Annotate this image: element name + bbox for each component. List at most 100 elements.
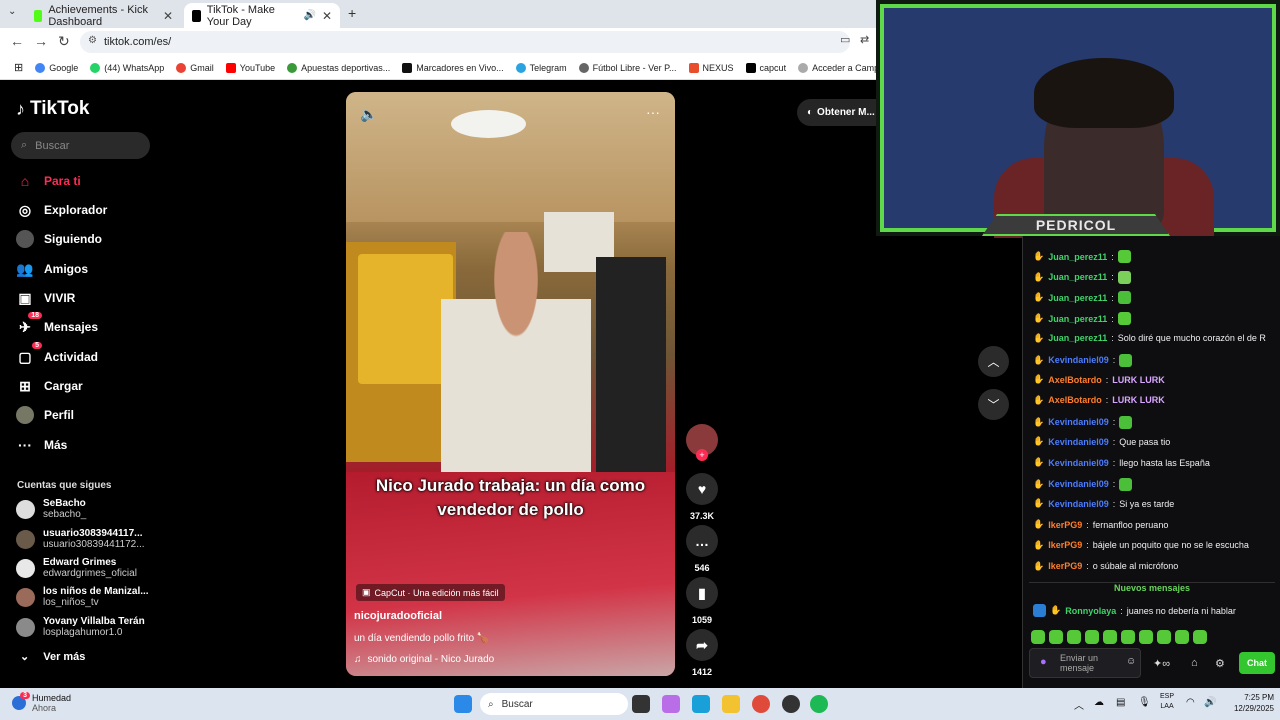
emote-icon[interactable] (1193, 630, 1207, 644)
new-messages-divider[interactable]: Nuevos mensajes (1029, 582, 1275, 593)
nav-amigos[interactable]: 👥 Amigos (16, 260, 88, 278)
following-account[interactable]: SeBacho sebacho_ (16, 498, 86, 520)
tab-tiktok[interactable]: TikTok - Make Your Day 🔊 ✕ (184, 3, 340, 28)
nav-explorador[interactable]: ◎ Explorador (16, 201, 107, 219)
chat-send-button[interactable]: Chat (1239, 652, 1275, 674)
following-account[interactable]: Edward Grimes edwardgrimes_oficial (16, 557, 137, 579)
chat-username[interactable]: Kevindaniel09 (1048, 479, 1109, 489)
following-account[interactable]: Yovany Villalba Terán losplagahumor1.0 (16, 616, 145, 638)
share-button[interactable]: ➦ 1412 (686, 629, 718, 677)
translate-icon[interactable]: ⇄ (860, 33, 869, 46)
nav-cargar[interactable]: ⊞ Cargar (16, 377, 83, 395)
apps-grid-icon[interactable]: ⊞ (8, 61, 29, 74)
tray-app-icon[interactable]: ▤ (1116, 697, 1125, 708)
chat-message-input[interactable]: ● Enviar un mensaje ☺ (1029, 648, 1141, 678)
edge-icon[interactable] (692, 695, 710, 713)
chat-username[interactable]: Kevindaniel09 (1048, 417, 1109, 427)
copilot-icon[interactable] (662, 695, 680, 713)
bookmark-nexus[interactable]: NEXUS (683, 62, 740, 73)
video-player[interactable]: 🔈 ··· Nico Jurado trabaja: un día como v… (346, 92, 675, 676)
tab-kick-dashboard[interactable]: Achievements - Kick Dashboard ✕ (26, 3, 181, 28)
chat-username[interactable]: Juan_perez11 (1048, 272, 1107, 282)
emote-icon[interactable] (1121, 630, 1135, 644)
volume-icon[interactable]: 🔈 (360, 106, 377, 123)
obs-icon[interactable] (782, 695, 800, 713)
bookmark-telegram[interactable]: Telegram (510, 62, 573, 73)
shop-icon[interactable]: ⌂ (1191, 657, 1198, 669)
microphone-icon[interactable]: ● (1040, 657, 1047, 668)
video-author[interactable]: nicojuradooficial (354, 610, 442, 622)
site-info-icon[interactable]: ⚙ (88, 35, 97, 46)
back-icon[interactable]: ← (10, 33, 24, 49)
chat-username[interactable]: Ronnyolaya (1065, 606, 1116, 616)
emote-icon[interactable] (1157, 630, 1171, 644)
capcut-badge[interactable]: ▣ CapCut · Una edición más fácil (356, 584, 505, 601)
bookmark-capcut[interactable]: capcut (740, 62, 793, 73)
task-view-icon[interactable] (632, 695, 650, 713)
close-icon[interactable]: ✕ (163, 9, 173, 23)
bookmark-marcadores[interactable]: Marcadores en Vivo... (396, 62, 509, 73)
nav-actividad[interactable]: ▢ 5 Actividad (16, 342, 98, 366)
next-video-button[interactable]: ﹀ (978, 389, 1009, 420)
bookmark-youtube[interactable]: YouTube (220, 62, 281, 73)
tab-list-icon[interactable]: ⌄ (8, 6, 16, 17)
emote-icon[interactable] (1085, 630, 1099, 644)
kicks-icon[interactable]: ✦∞ (1153, 657, 1170, 670)
emote-icon[interactable] (1175, 630, 1189, 644)
more-options-icon[interactable]: ··· (646, 104, 660, 120)
tiktok-logo[interactable]: ♪ TikTok (16, 98, 89, 120)
weather-widget[interactable]: 3 Humedad Ahora (12, 692, 71, 713)
close-icon[interactable]: ✕ (322, 9, 332, 23)
get-app-button[interactable]: ◐ Obtener M... (797, 99, 876, 126)
chat-username[interactable]: Kevindaniel09 (1048, 499, 1109, 509)
save-button[interactable]: ▮ 1059 (686, 577, 718, 625)
search-input[interactable]: ⌕ Buscar (11, 132, 150, 159)
file-explorer-icon[interactable] (722, 695, 740, 713)
chat-username[interactable]: Kevindaniel09 (1048, 437, 1109, 447)
language-indicator[interactable]: ESP LAA (1160, 692, 1174, 712)
chrome-icon[interactable] (752, 695, 770, 713)
bookmark-google[interactable]: Google (29, 62, 84, 73)
microphone-icon[interactable]: 🎙 (1138, 697, 1151, 708)
bookmark-futbol[interactable]: Fútbol Libre - Ver P... (573, 62, 683, 73)
tray-expand-icon[interactable]: ︿ (1074, 697, 1084, 712)
chat-username[interactable]: Juan_perez11 (1048, 252, 1107, 262)
system-clock[interactable]: 7:25 PM 12/29/2025 (1226, 692, 1274, 714)
emote-icon[interactable] (1139, 630, 1153, 644)
nav-mas[interactable]: ··· Más (16, 436, 67, 454)
nav-vivir[interactable]: ▣ VIVIR (16, 289, 75, 307)
cloud-icon[interactable]: ☁ (1094, 697, 1104, 708)
url-input[interactable]: ⚙ tiktok.com/es/ (80, 31, 850, 53)
new-tab-icon[interactable]: + (348, 5, 356, 21)
following-account[interactable]: los niños de Manizal... los_niños_tv (16, 586, 149, 608)
volume-icon[interactable]: 🔊 (1204, 697, 1216, 708)
chat-username[interactable]: Kevindaniel09 (1048, 458, 1109, 468)
nav-para-ti[interactable]: ⌂ Para ti (16, 172, 81, 190)
nav-perfil[interactable]: Perfil (16, 406, 74, 424)
emote-icon[interactable] (1067, 630, 1081, 644)
emote-icon[interactable] (1031, 630, 1045, 644)
chat-username[interactable]: AxelBotardo (1048, 395, 1102, 405)
forward-icon[interactable]: → (34, 33, 48, 49)
see-more-link[interactable]: ⌄ Ver más (20, 650, 85, 663)
spotify-icon[interactable] (810, 695, 828, 713)
emote-icon[interactable] (1103, 630, 1117, 644)
chat-username[interactable]: IkerPG9 (1048, 561, 1082, 571)
chat-username[interactable]: IkerPG9 (1048, 540, 1082, 550)
emoji-icon[interactable]: ☺ (1126, 657, 1136, 667)
chat-username[interactable]: Juan_perez11 (1048, 293, 1107, 303)
reload-icon[interactable]: ↻ (58, 33, 70, 50)
chat-username[interactable]: Juan_perez11 (1048, 333, 1107, 343)
previous-video-button[interactable]: ︿ (978, 346, 1009, 377)
chat-username[interactable]: Juan_perez11 (1048, 314, 1107, 324)
cast-icon[interactable]: ▭ (840, 33, 850, 46)
bookmark-gmail[interactable]: Gmail (170, 62, 220, 73)
following-account[interactable]: usuario3083944117... usuario30839441172..… (16, 528, 145, 550)
taskbar-search-input[interactable]: ⌕ Buscar (480, 693, 628, 715)
windows-start-icon[interactable] (454, 695, 472, 713)
like-button[interactable]: ♥ 37.3K (686, 473, 718, 521)
comment-button[interactable]: … 546 (686, 525, 718, 573)
settings-icon[interactable]: ⚙ (1215, 657, 1225, 670)
bookmark-whatsapp[interactable]: (44) WhatsApp (84, 62, 170, 73)
video-sound[interactable]: ♫ sonido original - Nico Jurado (354, 654, 494, 665)
